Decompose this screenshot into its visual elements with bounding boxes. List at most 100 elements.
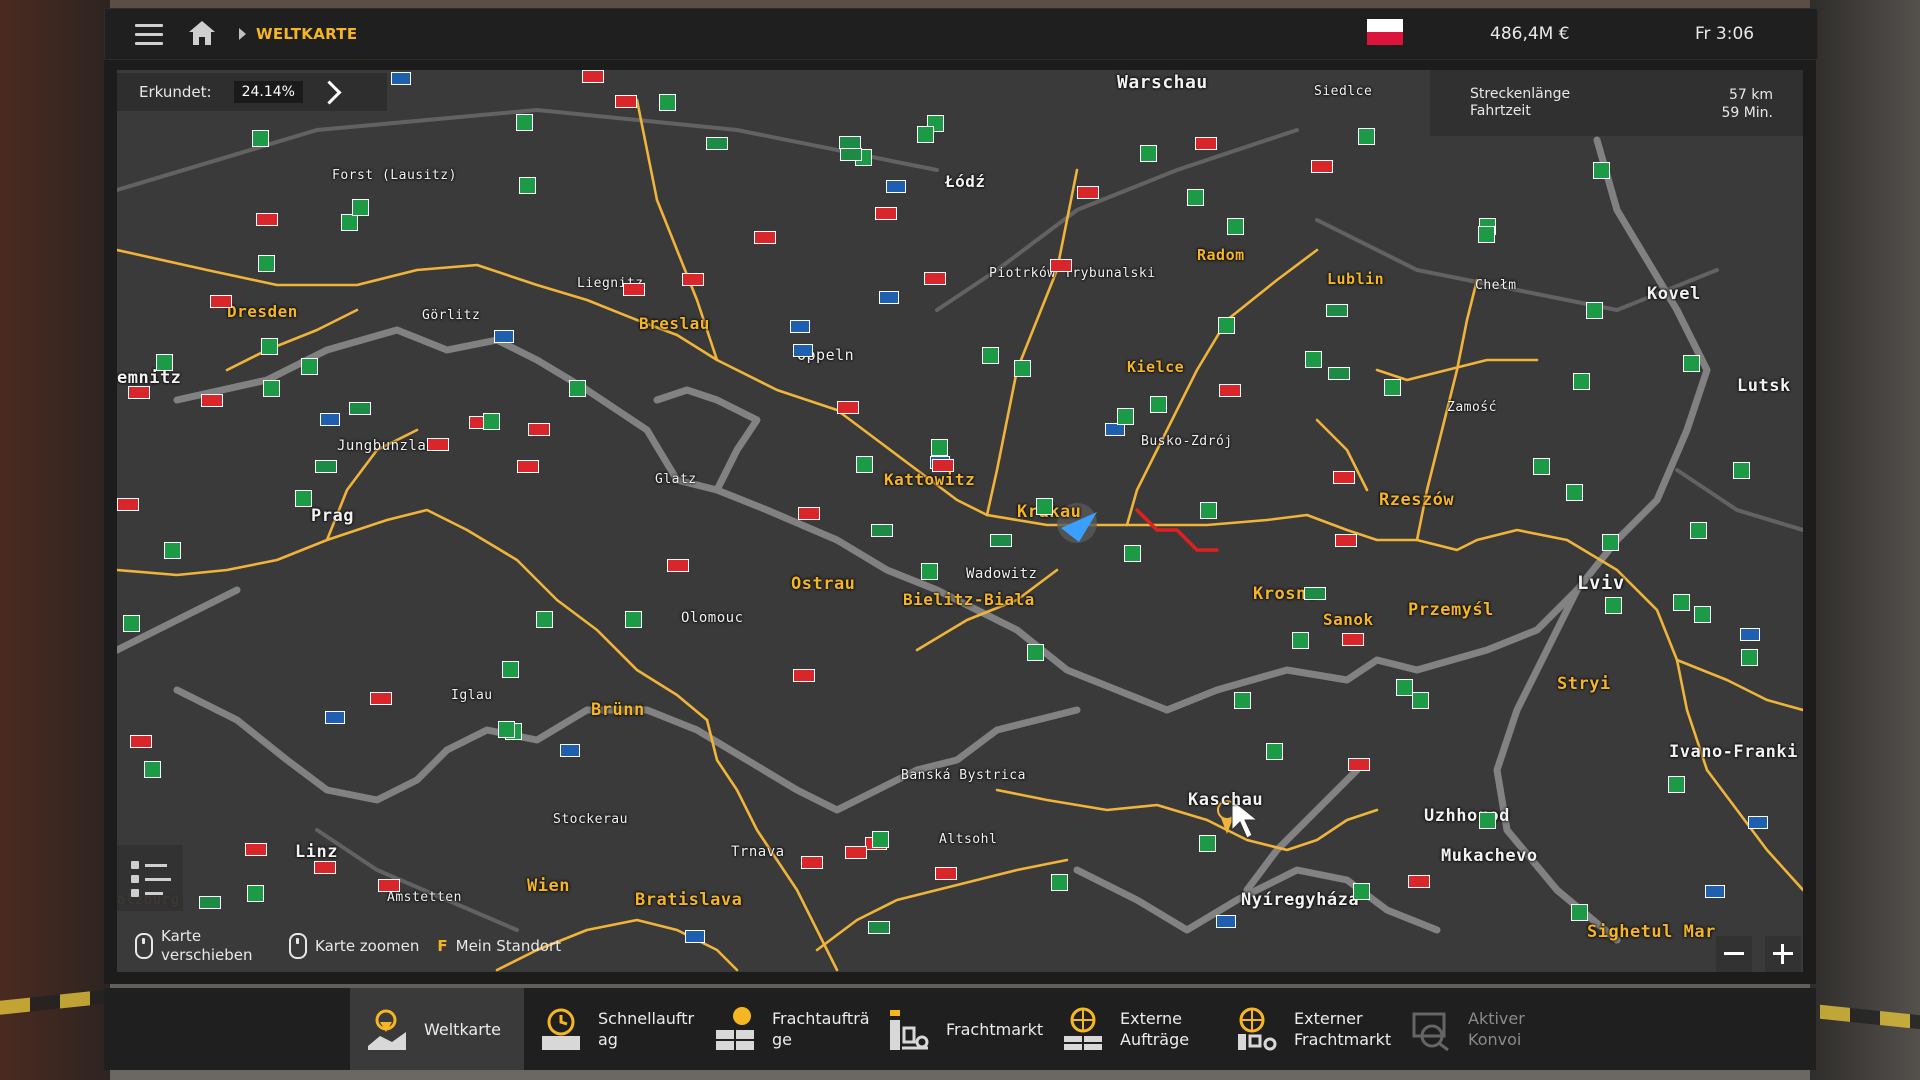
service-point-icon <box>164 542 181 559</box>
top-bar: WELTKARTE 486,4M € Fr 3:06 <box>104 8 1818 60</box>
service-point-icon <box>498 721 515 738</box>
city-label: Nyíregyháza <box>1241 890 1360 910</box>
city-label: Glatz <box>655 472 697 487</box>
quick-job-icon <box>538 1006 584 1052</box>
road-sign-red-icon <box>623 283 645 296</box>
city-label: Lublin <box>1327 270 1385 288</box>
road-sign-blue-icon <box>494 330 514 343</box>
service-point-icon <box>1218 317 1235 334</box>
road-sign-red-icon <box>201 394 223 407</box>
service-point-icon <box>659 94 676 111</box>
service-point-icon <box>536 611 553 628</box>
tab-external-market[interactable]: Externer Frachtmarkt <box>1234 988 1414 1070</box>
world-map[interactable]: Warschau Siedlce Łódź Piotrków Trybunalski R… <box>117 70 1803 972</box>
service-point-icon <box>1353 883 1370 900</box>
city-label: Sanok <box>1323 610 1374 629</box>
road-sign-red-icon <box>801 856 823 869</box>
road-sign-blue-icon <box>879 291 899 304</box>
tab-freight-market[interactable]: Frachtmarkt <box>886 988 1050 1070</box>
service-point-icon <box>1479 812 1496 829</box>
city-label: Amstetten <box>387 890 462 905</box>
road-sign-red-icon <box>370 692 392 705</box>
service-point-icon <box>1234 692 1251 709</box>
service-point-icon <box>1140 145 1157 162</box>
service-point-icon <box>261 338 278 355</box>
service-point-icon <box>1027 644 1044 661</box>
service-point-icon <box>156 354 173 371</box>
service-point-icon <box>1014 360 1031 377</box>
tab-freight-jobs[interactable]: Frachtaufträ ge <box>712 988 876 1070</box>
city-label: Linz <box>295 842 338 862</box>
road-sign-green-icon <box>990 534 1012 547</box>
service-point-icon <box>1150 396 1167 413</box>
service-point-icon <box>502 661 519 678</box>
route-length-value: 57 km <box>1728 87 1773 103</box>
zoom-out-button[interactable] <box>1716 936 1752 972</box>
service-point-icon <box>1586 302 1603 319</box>
city-label: Wien <box>527 876 570 896</box>
external-jobs-icon <box>1060 1006 1106 1052</box>
service-point-icon <box>1036 498 1053 515</box>
service-point-icon <box>1533 458 1550 475</box>
road-sign-red-icon <box>256 213 278 226</box>
road-sign-green-icon <box>199 896 221 909</box>
city-label: Kovel <box>1647 284 1701 304</box>
tab-label: Externe Aufträge <box>1120 1009 1190 1049</box>
road-sign-green-icon <box>840 148 862 161</box>
hint-zoom-map: Karte zoomen <box>289 933 419 959</box>
tab-world-map[interactable]: Weltkarte <box>350 988 524 1070</box>
chevron-right-icon[interactable] <box>317 79 342 105</box>
hint-move-label: Karte verschieben <box>161 927 253 964</box>
tab-active-convoy[interactable]: Aktiver Konvoi <box>1408 988 1568 1070</box>
city-label: Radom <box>1197 246 1245 264</box>
menu-icon[interactable] <box>129 9 169 59</box>
tab-label: Externer Frachtmarkt <box>1294 1009 1392 1049</box>
road-sign-red-icon <box>517 460 539 473</box>
service-point-icon <box>341 214 358 231</box>
city-label: Busko-Zdrój <box>1141 434 1233 449</box>
road-sign-red-icon <box>845 846 867 859</box>
city-label: Trnava <box>731 844 785 860</box>
service-point-icon <box>1266 743 1283 760</box>
road-sign-blue-icon <box>1740 628 1760 641</box>
money-display: 486,4M € <box>1490 24 1570 44</box>
road-sign-red-icon <box>210 295 232 308</box>
road-sign-red-icon <box>932 459 954 472</box>
road-sign-red-icon <box>1342 633 1364 646</box>
service-point-icon <box>252 130 269 147</box>
home-icon[interactable] <box>187 19 217 49</box>
service-point-icon <box>1305 351 1322 368</box>
city-label: Bielitz-Biala <box>903 590 1035 609</box>
city-label: Stockerau <box>553 812 628 827</box>
tab-label: Aktiver Konvoi <box>1468 1009 1525 1049</box>
map-legend-button[interactable] <box>117 845 183 911</box>
hint-my-position: F Mein Standort <box>437 937 561 955</box>
background-right-wall <box>1810 0 1920 1080</box>
road-sign-blue-icon <box>793 344 813 357</box>
city-label: emnitz <box>117 368 182 388</box>
tab-quick-job[interactable]: Schnellauftr ag <box>538 988 702 1070</box>
road-sign-red-icon <box>314 861 336 874</box>
road-sign-red-icon <box>582 70 604 83</box>
city-label: Bratislava <box>635 890 743 910</box>
road-sign-blue-icon <box>886 180 906 193</box>
road-sign-blue-icon <box>790 320 810 333</box>
road-sign-red-icon <box>1077 186 1099 199</box>
road-sign-red-icon <box>793 669 815 682</box>
service-point-icon <box>144 761 161 778</box>
city-label: Kaschau <box>1188 790 1264 810</box>
hint-position-label: Mein Standort <box>455 937 562 955</box>
city-label: Przemyśl <box>1408 600 1494 620</box>
service-point-icon <box>1117 408 1134 425</box>
road-sign-red-icon <box>1050 259 1072 272</box>
tab-label: Schnellauftr ag <box>598 1009 695 1049</box>
tab-label: Weltkarte <box>424 1019 501 1039</box>
city-label: Kattowitz <box>884 470 976 489</box>
city-label: Piotrków Trybunalski <box>989 266 1156 281</box>
tab-external-jobs[interactable]: Externe Aufträge <box>1060 988 1224 1070</box>
zoom-in-button[interactable] <box>1765 936 1801 972</box>
road-sign-red-icon <box>875 207 897 220</box>
road-sign-red-icon <box>1408 875 1430 888</box>
service-point-icon <box>1668 776 1685 793</box>
external-market-icon <box>1234 1006 1280 1052</box>
